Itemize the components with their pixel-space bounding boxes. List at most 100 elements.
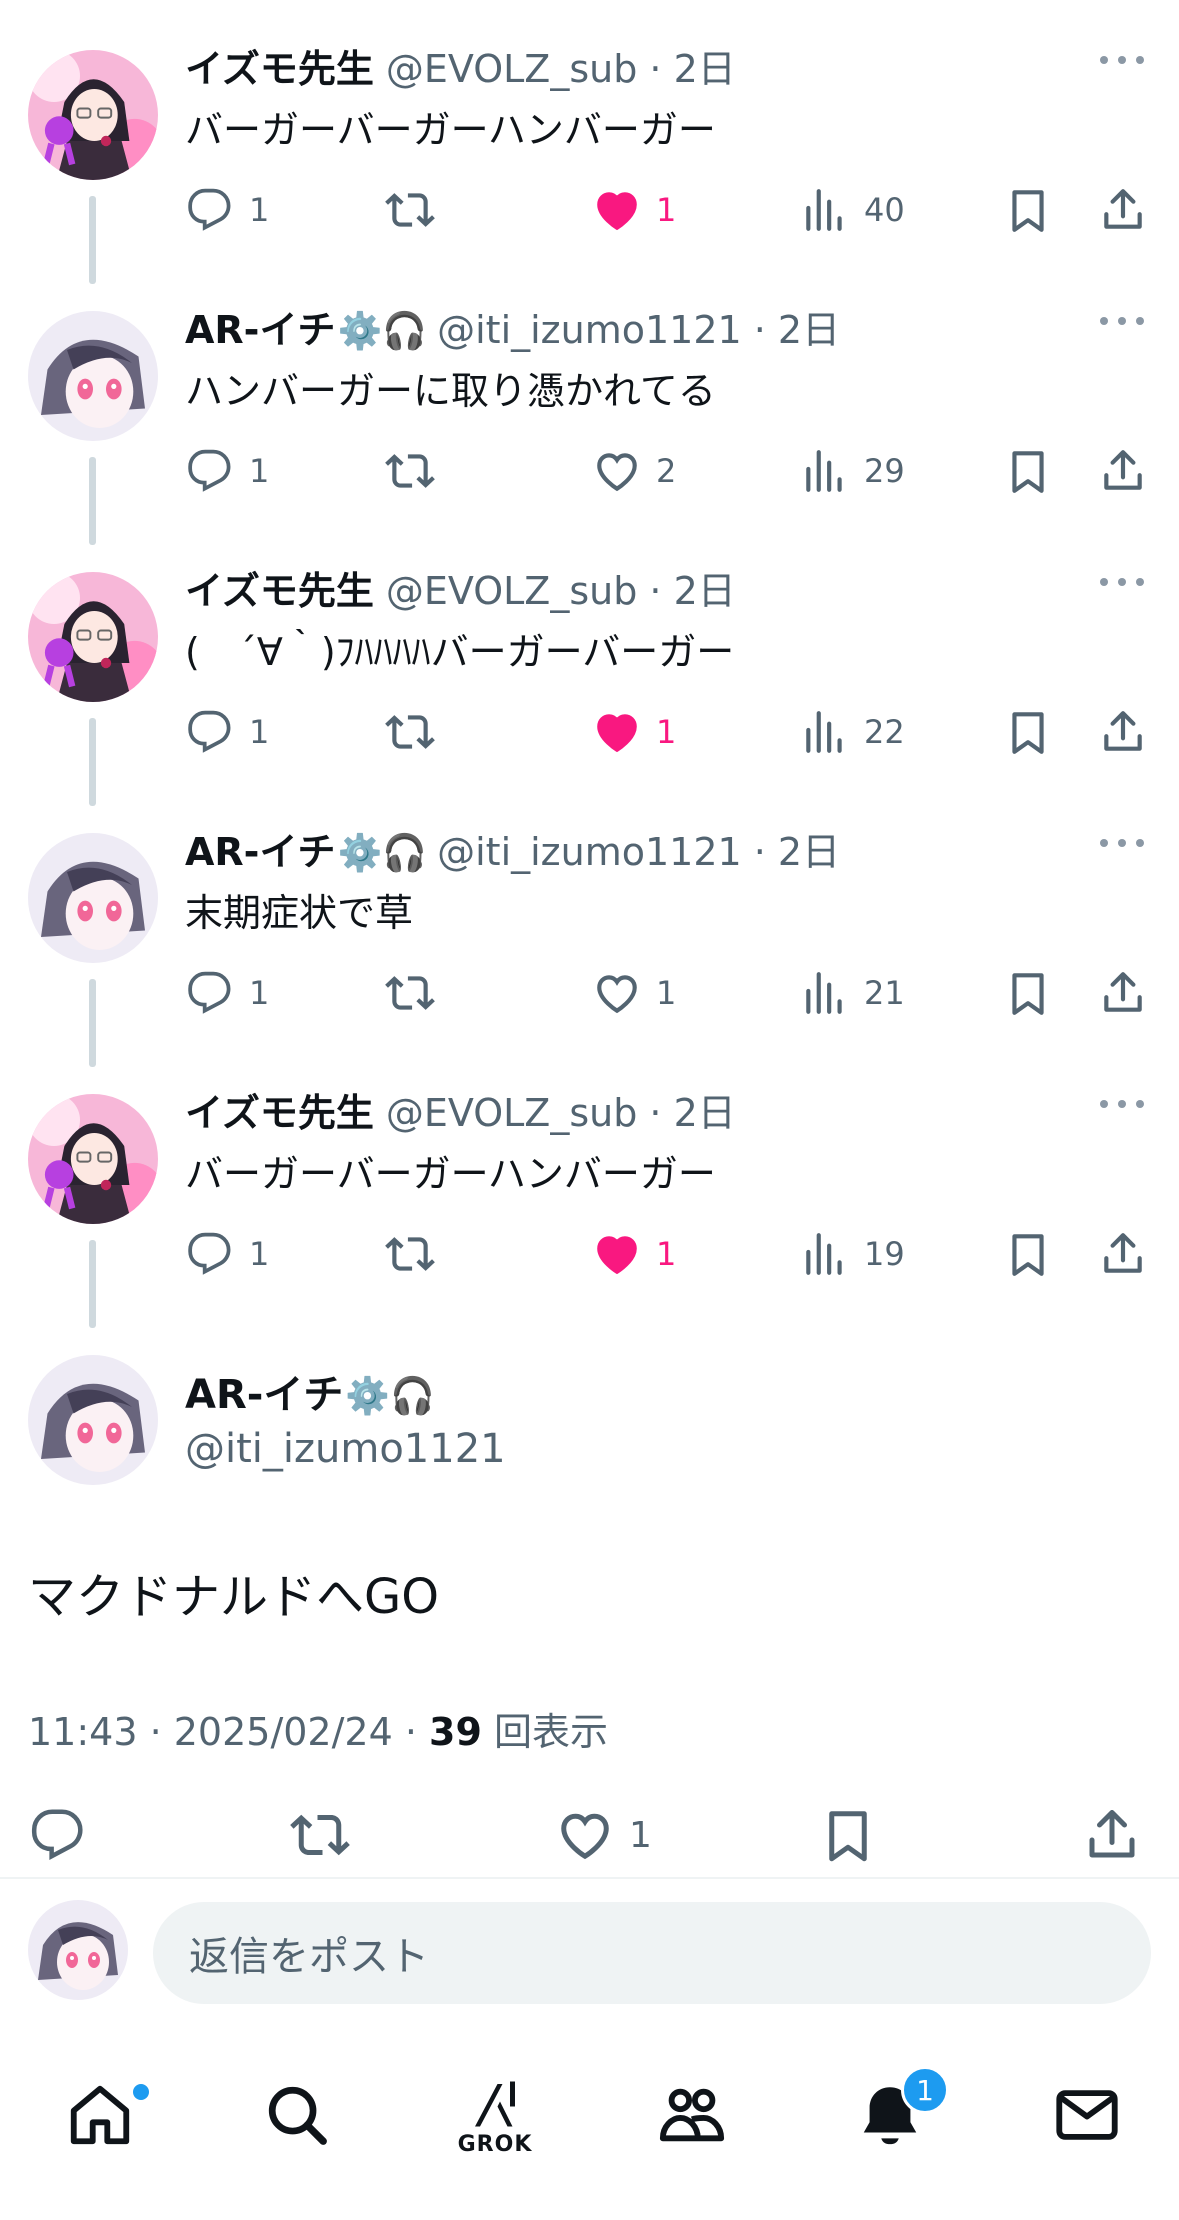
action-bar: 1 1 40 — [0, 180, 1179, 240]
tab-search[interactable] — [242, 2060, 352, 2170]
retweet-button[interactable] — [290, 1800, 350, 1870]
retweet-button[interactable] — [385, 702, 435, 762]
like-button[interactable]: 1 — [592, 963, 676, 1023]
retweet-button[interactable] — [385, 441, 435, 501]
thread-tweet[interactable]: AR-イチ⚙️🎧 @iti_izumo1121 · 2日 末期症状で草 1 1 21 — [0, 783, 1179, 1067]
retweet-button[interactable] — [385, 963, 435, 1023]
retweet-button[interactable] — [385, 180, 435, 240]
author-handle[interactable]: @EVOLZ_sub · 2日 — [386, 1091, 736, 1135]
more-options-icon[interactable] — [1100, 311, 1144, 331]
tab-notifications[interactable]: 1 — [835, 2060, 949, 2170]
main-author-handle[interactable]: @iti_izumo1121 — [185, 1422, 506, 1476]
bookmark-button[interactable] — [1003, 1224, 1053, 1284]
share-button[interactable] — [1098, 1224, 1148, 1284]
more-options-icon[interactable] — [1100, 50, 1144, 70]
retweet-icon — [385, 968, 435, 1018]
share-button[interactable] — [1082, 1800, 1142, 1870]
reply-button[interactable]: 1 — [185, 441, 269, 501]
action-bar: 1 1 19 — [0, 1224, 1179, 1284]
reply-input[interactable]: 返信をポスト — [153, 1902, 1151, 2004]
reply-button[interactable]: 1 — [185, 702, 269, 762]
more-options-icon[interactable] — [1100, 833, 1144, 853]
tab-grok[interactable]: GROK — [440, 2060, 550, 2170]
share-icon — [1098, 968, 1148, 1018]
tab-home[interactable] — [45, 2060, 155, 2170]
avatar[interactable] — [28, 572, 158, 702]
bookmark-icon — [1003, 968, 1053, 1018]
main-author-name[interactable]: AR-イチ⚙️🎧 — [185, 1368, 435, 1424]
share-icon — [1082, 1805, 1142, 1865]
author-handle[interactable]: @EVOLZ_sub · 2日 — [386, 569, 736, 613]
bookmark-icon — [818, 1805, 878, 1865]
bookmark-button[interactable] — [818, 1800, 878, 1870]
views-button[interactable]: 22 — [800, 702, 905, 762]
like-button[interactable]: 1 — [592, 702, 676, 762]
avatar[interactable] — [28, 311, 158, 441]
tab-messages[interactable] — [1032, 2060, 1142, 2170]
grok-label: GROK — [457, 2131, 533, 2157]
author-name[interactable]: イズモ先生 — [185, 47, 374, 91]
reply-button[interactable]: 1 — [185, 1224, 269, 1284]
views-button[interactable]: 29 — [800, 441, 905, 501]
reply-button[interactable]: 1 — [185, 180, 269, 240]
tab-communities[interactable] — [637, 2060, 747, 2170]
author-name[interactable]: AR-イチ — [185, 1372, 343, 1418]
like-button[interactable]: 1 — [592, 1224, 676, 1284]
avatar[interactable] — [28, 1900, 128, 2000]
bookmark-button[interactable] — [1003, 963, 1053, 1023]
like-button[interactable]: 1 — [592, 180, 676, 240]
views-button[interactable]: 21 — [800, 963, 905, 1023]
tweet-header: AR-イチ⚙️🎧 @iti_izumo1121 · 2日 — [185, 827, 840, 879]
share-button[interactable] — [1098, 180, 1148, 240]
views-button[interactable]: 19 — [800, 1224, 905, 1284]
thread-tweet[interactable]: イズモ先生 @EVOLZ_sub · 2日 バーガーバーガーハンバーガー 1 1 40 — [0, 0, 1179, 284]
reply-button[interactable]: 1 — [185, 963, 269, 1023]
author-name[interactable]: イズモ先生 — [185, 569, 374, 613]
retweet-button[interactable] — [385, 1224, 435, 1284]
action-bar: 1 1 21 — [0, 963, 1179, 1023]
more-options-icon[interactable] — [1100, 572, 1144, 592]
search-icon — [268, 2086, 327, 2145]
share-icon — [1098, 446, 1148, 496]
author-name[interactable]: AR-イチ — [185, 308, 335, 352]
share-button[interactable] — [1098, 963, 1148, 1023]
avatar[interactable] — [28, 1094, 158, 1224]
like-count: 1 — [656, 1235, 677, 1273]
bookmark-button[interactable] — [1003, 180, 1053, 240]
bookmark-icon — [1003, 1229, 1053, 1279]
heart-icon — [592, 707, 642, 757]
like-count: 1 — [629, 1814, 652, 1856]
share-button[interactable] — [1098, 702, 1148, 762]
views-count: 40 — [864, 191, 905, 229]
notification-badge: 1 — [901, 2066, 949, 2114]
author-handle[interactable]: @EVOLZ_sub · 2日 — [386, 47, 736, 91]
profile-badges: ⚙️🎧 — [337, 833, 428, 874]
thread-tweet[interactable]: イズモ先生 @EVOLZ_sub · 2日 バーガーバーガーハンバーガー 1 1 19 — [0, 1044, 1179, 1328]
reply-icon — [185, 185, 235, 235]
retweet-icon — [385, 1229, 435, 1279]
avatar[interactable] — [28, 833, 158, 963]
reply-button[interactable] — [28, 1800, 88, 1870]
avatar[interactable] — [28, 1355, 158, 1485]
like-button[interactable]: 2 — [592, 441, 676, 501]
retweet-icon — [290, 1805, 350, 1865]
bookmark-button[interactable] — [1003, 702, 1053, 762]
author-name[interactable]: AR-イチ — [185, 830, 335, 874]
share-button[interactable] — [1098, 441, 1148, 501]
bookmark-icon — [1003, 446, 1053, 496]
views-icon — [800, 1229, 850, 1279]
reply-bar: 返信をポスト — [0, 1880, 1179, 2020]
thread-tweet[interactable]: イズモ先生 @EVOLZ_sub · 2日 ( ´∀｀)ﾌﾊﾊﾊﾊバーガーバーガー 1… — [0, 522, 1179, 806]
bookmark-icon — [1003, 707, 1053, 757]
author-name[interactable]: イズモ先生 — [185, 1091, 374, 1135]
views-button[interactable]: 40 — [800, 180, 905, 240]
thread-tweet[interactable]: AR-イチ⚙️🎧 @iti_izumo1121 · 2日 ハンバーガーに取り憑かれて… — [0, 261, 1179, 545]
heart-icon — [592, 446, 642, 496]
author-handle[interactable]: @iti_izumo1121 · 2日 — [437, 308, 840, 352]
author-handle[interactable]: @iti_izumo1121 · 2日 — [437, 830, 840, 874]
like-button[interactable]: 1 — [555, 1800, 652, 1870]
bookmark-button[interactable] — [1003, 441, 1053, 501]
more-options-icon[interactable] — [1100, 1094, 1144, 1114]
views-count: 39 — [429, 1710, 482, 1754]
avatar[interactable] — [28, 50, 158, 180]
